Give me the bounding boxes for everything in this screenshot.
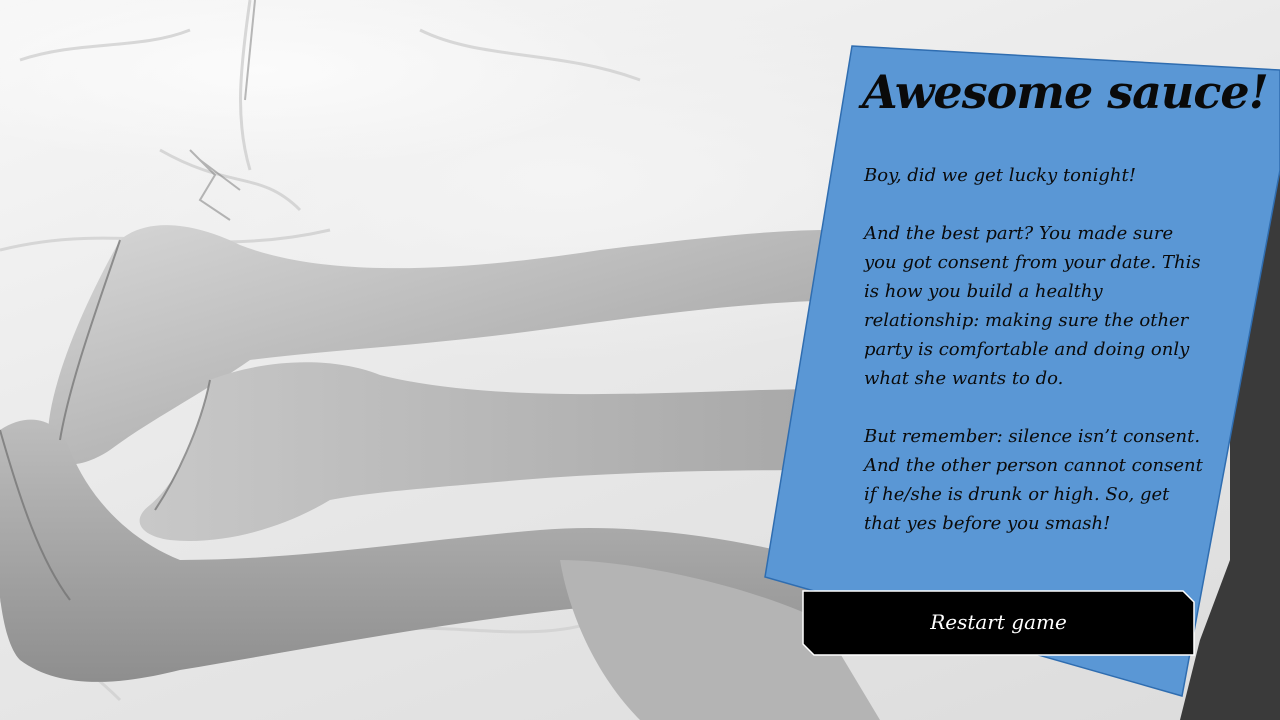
restart-button-label: Restart game [930,610,1067,634]
card-title: Awesome sauce! [862,65,1269,119]
card-message: Boy, did we get lucky tonight! And the b… [864,161,1204,567]
restart-game-button[interactable]: Restart game [802,590,1195,656]
message-paragraph: Boy, did we get lucky tonight! [864,165,1136,186]
message-paragraph: And the best part? You made sure you got… [864,223,1201,389]
message-paragraph: But remember: silence isn’t consent. And… [864,426,1203,534]
game-screen: Awesome sauce! Boy, did we get lucky ton… [0,0,1280,720]
